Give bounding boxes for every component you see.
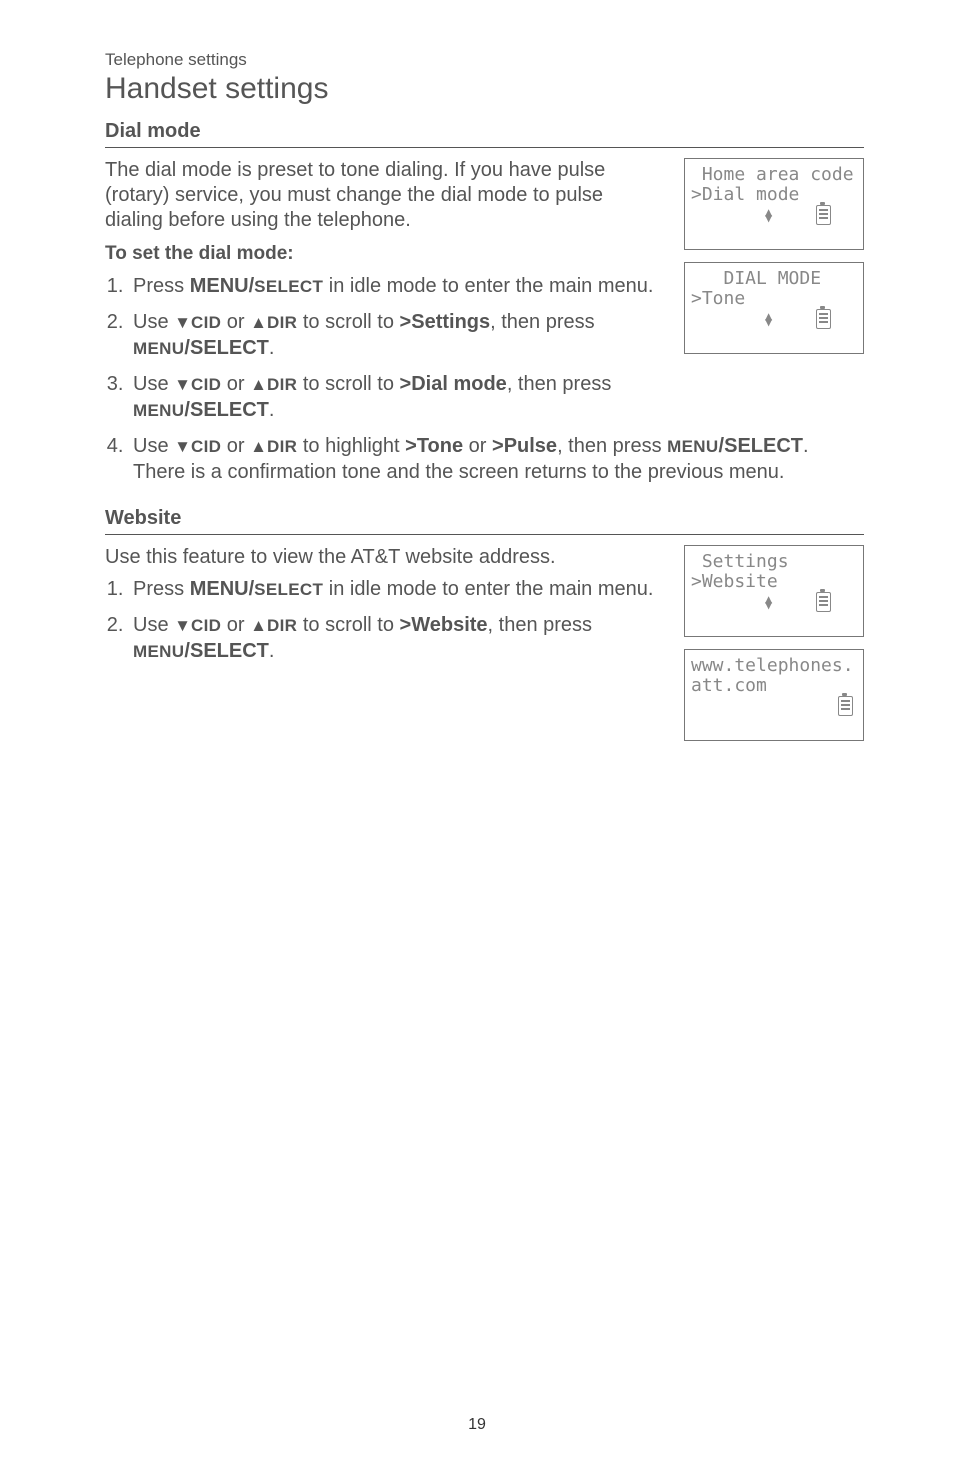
dir-label: DIR <box>267 616 297 635</box>
website-intro: Use this feature to view the AT&T websit… <box>105 545 664 570</box>
battery-icon <box>838 696 853 716</box>
cid-label: CID <box>191 437 221 456</box>
text: . <box>269 399 275 421</box>
dial-mode-to-set: To set the dial mode: <box>105 243 664 265</box>
text: Use <box>133 614 174 636</box>
lcd-line: >Dial mode <box>691 185 857 205</box>
triangle-down-icon <box>174 311 191 333</box>
dir-label: DIR <box>267 437 297 456</box>
page-title: Handset settings <box>105 72 864 106</box>
updown-icon: ▲▼ <box>765 596 772 608</box>
triangle-up-icon <box>250 614 267 636</box>
triangle-down-icon <box>174 373 191 395</box>
lcd-screen: www.telephones. att.com <box>684 649 864 741</box>
text: Use <box>133 435 174 457</box>
lcd-line: >Tone <box>691 289 857 309</box>
lcd-line: Settings <box>691 552 857 572</box>
select-label: /SELECT <box>184 640 268 662</box>
triangle-up-icon <box>250 373 267 395</box>
select-label: /SELECT <box>184 337 268 359</box>
text: Press <box>133 275 190 297</box>
rule-divider <box>105 534 864 535</box>
text: to highlight <box>297 435 405 457</box>
text: , then press <box>490 311 595 333</box>
text: Press <box>133 578 190 600</box>
text: , then press <box>507 373 612 395</box>
lcd-screen: Settings >Website ▲▼ <box>684 545 864 637</box>
list-item: Use CID or DIR to scroll to >Dial mode, … <box>129 371 664 423</box>
text: Use <box>133 311 174 333</box>
lcd-line: att.com <box>691 676 857 696</box>
dir-label: DIR <box>267 375 297 394</box>
lcd-screen: DIAL MODE >Tone ▲▼ <box>684 262 864 354</box>
dial-mode-intro: The dial mode is preset to tone dialing.… <box>105 158 664 233</box>
page-number: 19 <box>0 1416 954 1434</box>
list-item: Use CID or DIR to scroll to >Website, th… <box>129 612 664 664</box>
text: . <box>269 337 275 359</box>
website-label: >Website <box>400 614 488 636</box>
text: Use <box>133 373 174 395</box>
text: or <box>221 373 250 395</box>
text: to scroll to <box>297 614 399 636</box>
text: in idle mode to enter the main menu. <box>323 275 653 297</box>
menu-label: MENU/ <box>190 578 254 600</box>
settings-label: >Settings <box>400 311 491 333</box>
triangle-up-icon <box>250 311 267 333</box>
select-label: SELECT <box>254 277 323 296</box>
battery-icon <box>816 309 831 329</box>
website-heading: Website <box>105 507 864 532</box>
pulse-label: >Pulse <box>492 435 557 457</box>
lcd-screen: Home area code >Dial mode ▲▼ <box>684 158 864 250</box>
text: . <box>269 640 275 662</box>
list-item: Press MENU/SELECT in idle mode to enter … <box>129 273 664 299</box>
dial-mode-heading: Dial mode <box>105 120 864 145</box>
battery-icon <box>816 205 831 225</box>
menu-label: MENU <box>133 401 184 420</box>
text: to scroll to <box>297 373 399 395</box>
lcd-line: Home area code <box>691 165 857 185</box>
dial-mode-steps: Press MENU/SELECT in idle mode to enter … <box>105 273 664 423</box>
select-label: SELECT <box>254 580 323 599</box>
text: , then press <box>488 614 593 636</box>
menu-label: MENU <box>133 339 184 358</box>
text: in idle mode to enter the main menu. <box>323 578 653 600</box>
text: or <box>221 435 250 457</box>
tone-label: >Tone <box>405 435 463 457</box>
cid-label: CID <box>191 313 221 332</box>
text: , then press <box>557 435 667 457</box>
lcd-line: DIAL MODE <box>691 269 857 289</box>
triangle-up-icon <box>250 435 267 457</box>
dial-mode-steps-cont: Use CID or DIR to highlight >Tone or >Pu… <box>105 433 864 485</box>
website-steps: Press MENU/SELECT in idle mode to enter … <box>105 576 664 664</box>
breadcrumb: Telephone settings <box>105 50 864 70</box>
updown-icon: ▲▼ <box>765 209 772 221</box>
lcd-line: www.telephones. <box>691 656 857 676</box>
text: or <box>221 311 250 333</box>
updown-icon: ▲▼ <box>765 313 772 325</box>
cid-label: CID <box>191 375 221 394</box>
lcd-line: >Website <box>691 572 857 592</box>
menu-label: MENU/ <box>190 275 254 297</box>
list-item: Use CID or DIR to highlight >Tone or >Pu… <box>129 433 864 485</box>
list-item: Use CID or DIR to scroll to >Settings, t… <box>129 309 664 361</box>
triangle-down-icon <box>174 614 191 636</box>
select-label: /SELECT <box>184 399 268 421</box>
text: or <box>221 614 250 636</box>
text: or <box>463 435 492 457</box>
battery-icon <box>816 592 831 612</box>
cid-label: CID <box>191 616 221 635</box>
rule-divider <box>105 147 864 148</box>
dial-mode-label: >Dial mode <box>400 373 507 395</box>
list-item: Press MENU/SELECT in idle mode to enter … <box>129 576 664 602</box>
triangle-down-icon <box>174 435 191 457</box>
dir-label: DIR <box>267 313 297 332</box>
select-label: /SELECT <box>719 435 803 457</box>
menu-label: MENU <box>667 437 718 456</box>
text: to scroll to <box>297 311 399 333</box>
menu-label: MENU <box>133 642 184 661</box>
